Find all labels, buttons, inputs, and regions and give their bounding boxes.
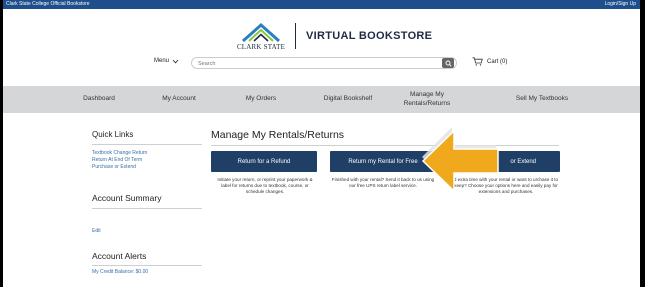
nav-item-sell-textbooks[interactable]: Sell My Textbooks xyxy=(501,86,583,113)
page-title-divider xyxy=(211,145,559,146)
return-for-refund-button[interactable]: Return for a Refund xyxy=(211,151,317,172)
extend-description: d extra time with your rental or want to… xyxy=(453,177,559,195)
search-icon xyxy=(445,60,452,67)
link-purchase-or-extend[interactable]: Purchase or Extend xyxy=(92,164,136,170)
cart-link[interactable]: Cart (0) xyxy=(472,57,507,66)
account-alerts-title: Account Alerts xyxy=(92,251,147,261)
account-summary-divider xyxy=(92,208,202,209)
link-return-end-of-term[interactable]: Return At End Of Term xyxy=(92,157,142,163)
page-frame: Clark State College Official Bookstore L… xyxy=(3,0,640,287)
menu-button[interactable]: Menu xyxy=(154,58,179,64)
search-box[interactable] xyxy=(191,57,457,69)
page-title: Manage My Rentals/Returns xyxy=(211,129,345,141)
nav-item-my-orders[interactable]: My Orders xyxy=(231,86,291,113)
login-signup-link[interactable]: Login/Sign Up xyxy=(605,0,636,9)
clark-state-logo: CLARK STATE xyxy=(233,21,289,51)
site-title: VIRTUAL BOOKSTORE xyxy=(306,30,433,42)
search-input[interactable] xyxy=(198,60,428,67)
edit-link[interactable]: Edit xyxy=(92,228,101,234)
cart-icon xyxy=(472,57,483,66)
nav-item-digital-bookshelf[interactable]: Digital Bookshelf xyxy=(308,86,388,113)
logo-college-name: CLARK STATE xyxy=(236,43,286,51)
nav-item-manage-rentals[interactable]: Manage My Rentals/Returns xyxy=(395,86,459,113)
site-logo[interactable]: CLARK STATE VIRTUAL BOOKSTORE xyxy=(233,20,432,52)
quick-links-title: Quick Links xyxy=(92,130,134,139)
nav-item-dashboard[interactable]: Dashboard xyxy=(69,86,129,113)
credit-balance-link[interactable]: My Credit Balance: $0.00 xyxy=(92,269,148,275)
search-button[interactable] xyxy=(442,58,454,68)
main-nav: Dashboard My Account My Orders Digital B… xyxy=(3,86,640,113)
chevron-down-icon xyxy=(172,59,179,63)
purchase-or-extend-button[interactable]: or Extend xyxy=(452,151,560,172)
return-rental-free-button[interactable]: Return my Rental for Free xyxy=(330,151,436,172)
logo-divider xyxy=(295,23,296,49)
account-alerts-divider xyxy=(92,265,202,266)
quick-links-divider xyxy=(92,144,202,145)
nav-item-my-account[interactable]: My Account xyxy=(149,86,209,113)
top-bar: Clark State College Official Bookstore L… xyxy=(3,0,640,9)
menu-label: Menu xyxy=(154,58,170,64)
refund-description: Initiate your return, or reprint your pa… xyxy=(217,177,313,195)
logo-swoosh-icon xyxy=(242,22,280,43)
account-summary-title: Account Summary xyxy=(92,193,162,203)
link-textbook-change-return[interactable]: Textbook Change Return xyxy=(92,150,147,156)
cart-label: Cart (0) xyxy=(487,58,508,65)
free-return-description: Finished with your rental? Send it back … xyxy=(331,177,435,189)
store-name: Clark State College Official Bookstore xyxy=(6,1,90,7)
